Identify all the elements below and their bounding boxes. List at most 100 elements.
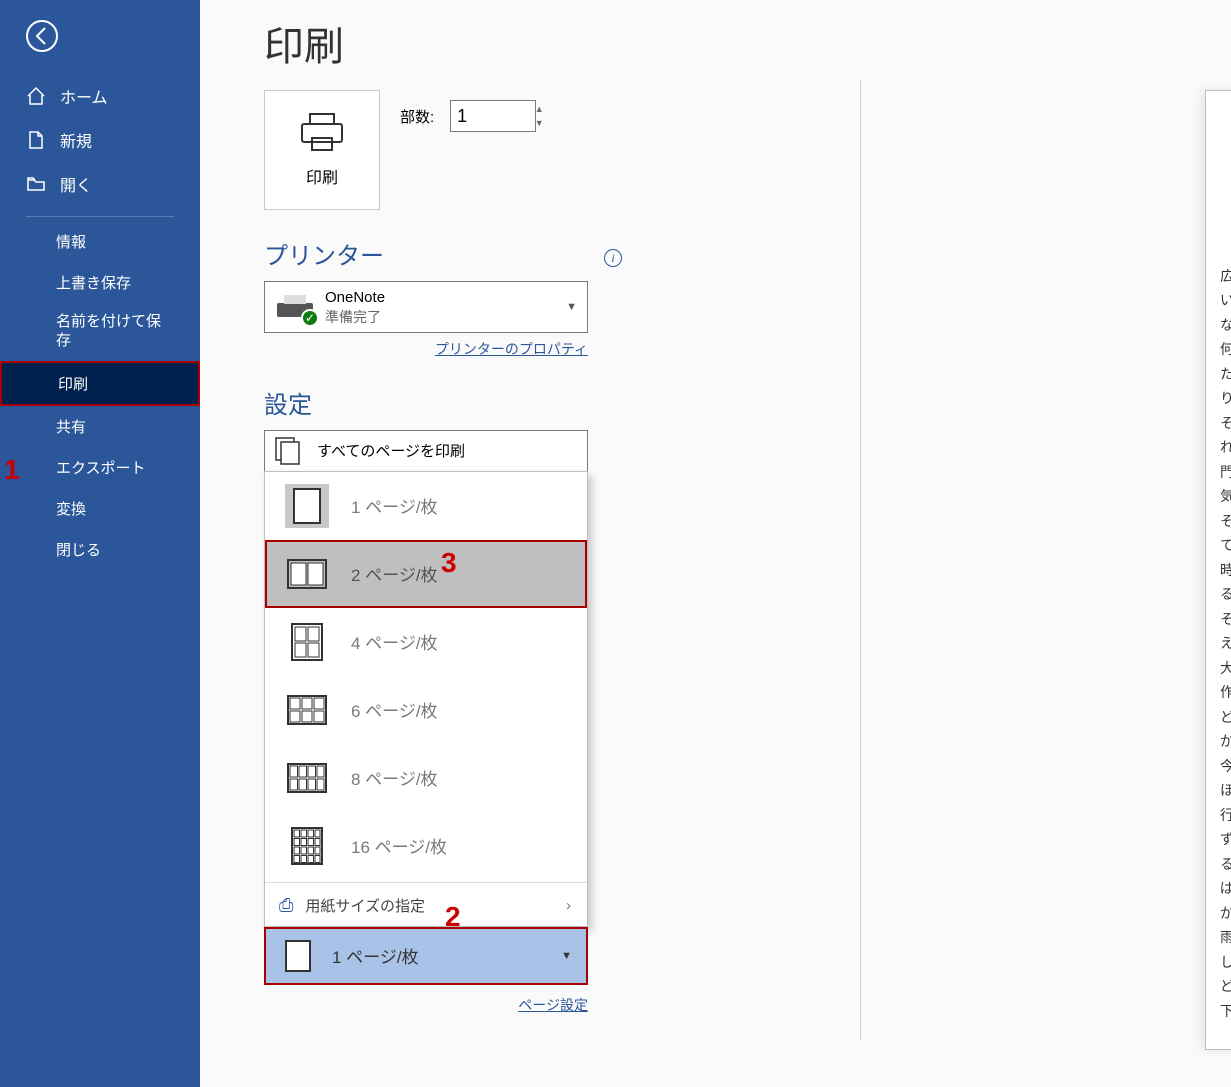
- folder-open-icon: [26, 174, 46, 194]
- printer-dropdown[interactable]: ✓ OneNote 準備完了 ▼: [264, 281, 588, 333]
- preview-text-line: るのであ: [1220, 584, 1231, 609]
- preview-text-line: 気味を悪: [1220, 486, 1231, 511]
- menu-item-16-per-sheet[interactable]: 16 ページ/枚: [265, 812, 587, 880]
- copies-spin-down[interactable]: ▼: [530, 116, 548, 130]
- preview-text-line: どうしよ: [1220, 707, 1231, 732]
- backstage-sidebar: ホーム 新規 開く 情報 上書き保存 名前を付けて保存 印刷 共有 エクスポート…: [0, 0, 200, 1087]
- menu-item-2-per-sheet[interactable]: 2 ページ/枚: [265, 540, 587, 608]
- layout-1-icon: [284, 939, 312, 973]
- menu-item-8-per-sheet[interactable]: 8 ページ/枚: [265, 744, 587, 812]
- preview-text-line: れ果てた: [1220, 437, 1231, 462]
- menu-label: 用紙サイズの指定: [305, 895, 425, 916]
- sidebar-divider: [26, 216, 174, 217]
- sidebar-item-save-as[interactable]: 名前を付けて保存: [0, 303, 200, 361]
- preview-text-line: 門へ持っ: [1220, 462, 1231, 487]
- preview-text-line: るけしき: [1220, 854, 1231, 879]
- menu-item-4-per-sheet[interactable]: 4 ページ/枚: [265, 608, 587, 676]
- preview-text-line: どうに: [1220, 976, 1231, 1001]
- layout-16-icon: [285, 824, 329, 868]
- printer-status: 準備完了: [325, 308, 385, 326]
- preview-text-line: 大きなを: [1220, 658, 1231, 683]
- preview-text-line: いる。羅: [1220, 290, 1231, 315]
- preview-text-line: その始末: [1220, 413, 1231, 438]
- menu-item-paper-size[interactable]: ⎙ 用紙サイズの指定 ›: [265, 885, 587, 926]
- chevron-down-icon: ▼: [566, 301, 577, 313]
- printer-properties-link[interactable]: プリンターのプロパティ: [264, 339, 588, 359]
- layout-1-icon: [285, 484, 329, 528]
- preview-text-line: り、金銀: [1220, 388, 1231, 413]
- print-range-dropdown[interactable]: すべてのページを印刷: [264, 430, 588, 471]
- preview-text-line: える。下: [1220, 633, 1231, 658]
- preview-text-line: 作者は: [1220, 682, 1231, 707]
- annotation-step-3: 3: [441, 547, 457, 579]
- preview-text-line: なもので: [1220, 315, 1231, 340]
- preview-text-line: た。そこ: [1220, 364, 1231, 389]
- menu-label: 4 ページ/枚: [351, 629, 438, 654]
- preview-text-line: 下か、道: [1220, 1001, 1231, 1026]
- pages-per-sheet-menu: 1 ページ/枚 2 ページ/枚 4 ページ/枚 6 ページ/枚: [264, 471, 588, 927]
- copies-input[interactable]: [450, 100, 536, 132]
- pages-per-sheet-dropdown[interactable]: 1 ページ/枚 ▼: [264, 927, 588, 985]
- menu-separator: [265, 882, 587, 883]
- preview-text-line: 今この下: [1220, 756, 1231, 781]
- sidebar-item-share[interactable]: 共有: [0, 406, 200, 447]
- sidebar-item-new[interactable]: 新規: [0, 118, 200, 162]
- printer-name: OneNote: [325, 288, 385, 308]
- sidebar-label: 共有: [56, 416, 86, 437]
- sidebar-item-home[interactable]: ホーム: [0, 74, 200, 118]
- copies-spin-up[interactable]: ▲: [530, 102, 548, 116]
- menu-item-6-per-sheet[interactable]: 6 ページ/枚: [265, 676, 587, 744]
- sidebar-label: 開く: [60, 172, 92, 196]
- sidebar-item-save[interactable]: 上書き保存: [0, 262, 200, 303]
- sidebar-label: 印刷: [58, 373, 88, 394]
- layout-8-icon: [285, 756, 329, 800]
- preview-text-line: からは、四: [1220, 731, 1231, 756]
- preview-text-line: 時には、: [1220, 560, 1231, 585]
- settings-section-heading: 設定: [264, 385, 1231, 420]
- page-title: 印刷: [200, 0, 1231, 90]
- preview-text-line: そうして: [1220, 609, 1231, 634]
- backstage-main: 印刷 印刷 部数: ▲ ▼ プリンター i: [200, 0, 1231, 1087]
- preview-text-line: 行き所が: [1220, 805, 1231, 830]
- file-icon: [26, 130, 46, 150]
- info-icon[interactable]: i: [604, 249, 622, 267]
- sidebar-label: 上書き保存: [56, 272, 131, 293]
- ruler-icon: ⎙: [279, 895, 293, 916]
- sidebar-item-close[interactable]: 閉じる: [0, 529, 200, 570]
- pages-icon: [275, 437, 301, 465]
- arrow-left-circle-icon: [25, 19, 59, 53]
- annotation-step-1: 1: [4, 454, 20, 486]
- preview-text-line: ほかなら: [1220, 780, 1231, 805]
- print-button-label: 印刷: [306, 164, 338, 188]
- preview-text-line: て、高い: [1220, 535, 1231, 560]
- preview-text-line: から朱雀: [1220, 903, 1231, 928]
- sidebar-item-print[interactable]: 印刷: [0, 361, 200, 406]
- menu-label: 16 ページ/枚: [351, 833, 447, 858]
- chevron-down-icon: ▼: [561, 950, 572, 962]
- preview-text-line: ある日: [1220, 241, 1231, 266]
- menu-label: 2 ページ/枚: [351, 561, 438, 586]
- sidebar-item-export[interactable]: エクスポート: [0, 447, 200, 488]
- preview-text-line: 広い門: [1220, 266, 1231, 291]
- preview-text-line: して、見: [1220, 952, 1231, 977]
- printer-device-icon: ✓: [275, 293, 315, 321]
- sidebar-item-info[interactable]: 情報: [0, 221, 200, 262]
- back-button[interactable]: [18, 12, 66, 60]
- sidebar-item-transform[interactable]: 変換: [0, 488, 200, 529]
- printer-section-heading: プリンター: [264, 236, 384, 271]
- preview-text-line: 何故か: [1220, 339, 1231, 364]
- printer-icon: [300, 112, 344, 152]
- sidebar-item-open[interactable]: 開く: [0, 162, 200, 206]
- menu-label: 8 ページ/枚: [351, 765, 438, 790]
- vertical-divider: [860, 80, 861, 1040]
- menu-label: 6 ページ/枚: [351, 697, 438, 722]
- sidebar-label: 名前を付けて保存: [56, 313, 174, 351]
- menu-item-1-per-sheet[interactable]: 1 ページ/枚: [265, 472, 587, 540]
- page-setup-link[interactable]: ページ設定: [264, 995, 588, 1015]
- menu-label: 1 ページ/枚: [351, 493, 438, 518]
- status-ready-icon: ✓: [301, 309, 319, 327]
- print-preview: ある日広い門いる。羅なもので何故かた。そこり、金銀その始末れ果てた門へ持っ気味を…: [1205, 90, 1231, 1050]
- preview-text-line: ず、この: [1220, 829, 1231, 854]
- sidebar-label: 変換: [56, 498, 86, 519]
- print-button[interactable]: 印刷: [264, 90, 380, 210]
